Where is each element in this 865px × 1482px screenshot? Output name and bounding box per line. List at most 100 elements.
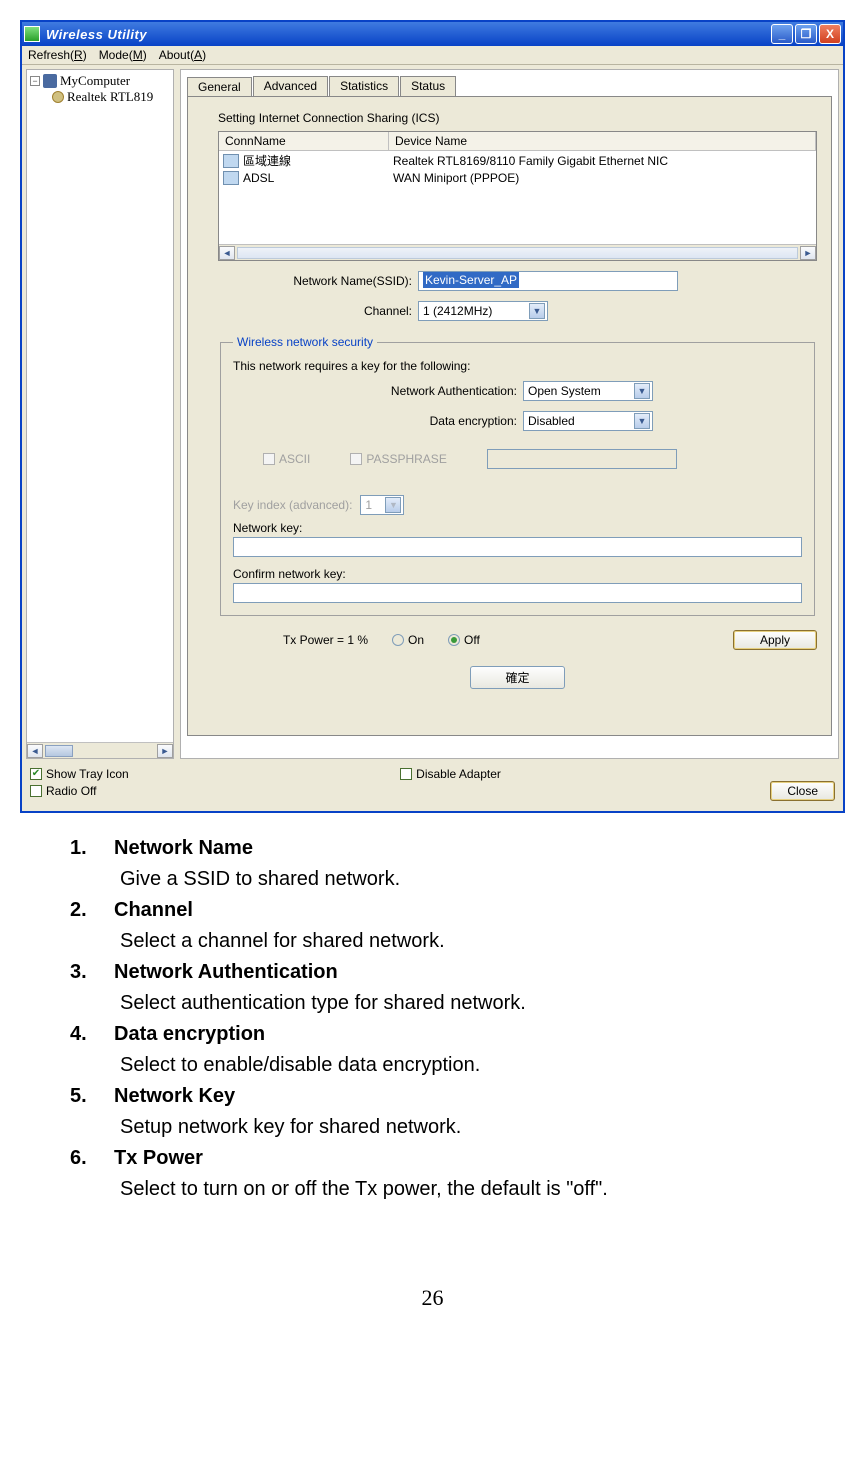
device-name: Realtek RTL8169/8110 Family Gigabit Ethe… [393,154,816,168]
checkbox-icon [400,768,412,780]
encryption-value: Disabled [528,414,575,428]
txpower-label: Tx Power = 1 % [218,633,368,647]
app-window: Wireless Utility _ ❐ X Refresh(R) Mode(M… [20,20,845,813]
col-devicename[interactable]: Device Name [389,132,816,150]
ascii-checkbox: ASCII [263,449,310,469]
disable-adapter-checkbox[interactable]: Disable Adapter [400,767,770,781]
ok-button[interactable]: 確定 [470,666,564,689]
col-connname[interactable]: ConnName [219,132,389,150]
ics-listview[interactable]: ConnName Device Name 區域連線 Realtek RTL816… [218,131,817,261]
radio-off-checkbox[interactable]: Radio Off [30,784,400,798]
encryption-select[interactable]: Disabled ▼ [523,411,653,431]
checkbox-icon [350,453,362,465]
scroll-thumb[interactable] [45,745,73,757]
scroll-left-icon[interactable]: ◄ [27,744,43,758]
networkkey-label: Network key: [233,521,302,535]
tree-root[interactable]: − MyComputer [30,73,170,89]
channel-value: 1 (2412MHz) [423,304,492,318]
close-window-button[interactable]: X [819,24,841,44]
radio-icon [448,634,460,646]
tree-root-label: MyComputer [60,73,130,89]
auth-select[interactable]: Open System ▼ [523,381,653,401]
doc-item-title: Channel [114,895,193,926]
app-icon [24,26,40,42]
checkbox-icon: ✔ [30,768,42,780]
scroll-left-icon[interactable]: ◄ [219,246,235,260]
menu-refresh[interactable]: Refresh(R) [28,48,87,62]
apply-button[interactable]: Apply [733,630,817,650]
doc-item-desc: Setup network key for shared network. [70,1112,795,1143]
maximize-button[interactable]: ❐ [795,24,817,44]
passphrase-input [487,449,677,469]
channel-label: Channel: [218,304,418,318]
txpower-on-radio[interactable]: On [392,633,424,647]
ssid-label: Network Name(SSID): [218,274,418,288]
titlebar: Wireless Utility _ ❐ X [22,22,843,46]
doc-item-desc: Give a SSID to shared network. [70,864,795,895]
menu-about[interactable]: About(A) [159,48,206,62]
tree-child-label: Realtek RTL819 [67,89,153,105]
doc-item-desc: Select to enable/disable data encryption… [70,1050,795,1081]
close-button[interactable]: Close [770,781,835,801]
tab-panel-general: Setting Internet Connection Sharing (ICS… [187,96,832,736]
device-tree: − MyComputer Realtek RTL819 ◄ ► [26,69,174,759]
confirmkey-label: Confirm network key: [233,567,346,581]
chevron-down-icon: ▼ [634,413,650,429]
confirmkey-input[interactable] [233,583,802,603]
tab-status[interactable]: Status [400,76,456,96]
checkbox-icon [30,785,42,797]
conn-name: ADSL [243,171,393,185]
keyindex-label: Key index (advanced): [233,498,352,512]
doc-item-title: Tx Power [114,1143,203,1174]
txpower-off-radio[interactable]: Off [448,633,480,647]
checkbox-icon [263,453,275,465]
bottom-bar: ✔ Show Tray Icon Radio Off Disable Adapt… [22,763,843,811]
doc-item-title: Network Key [114,1081,235,1112]
menu-mode[interactable]: Mode(M) [99,48,147,62]
scroll-right-icon[interactable]: ► [800,246,816,260]
doc-item-title: Network Authentication [114,957,338,988]
keyindex-select: 1 ▼ [360,495,404,515]
listview-scrollbar[interactable]: ◄ ► [219,244,816,260]
window-title: Wireless Utility [46,27,769,42]
chevron-down-icon: ▼ [634,383,650,399]
menubar: Refresh(R) Mode(M) About(A) [22,46,843,65]
doc-text: 1.Network Name Give a SSID to shared net… [0,813,865,1205]
security-legend: Wireless network security [233,335,377,349]
tab-advanced[interactable]: Advanced [253,76,328,96]
ssid-input[interactable]: Kevin-Server_AP [418,271,678,291]
list-item[interactable]: ADSL WAN Miniport (PPPOE) [219,170,816,186]
collapse-icon[interactable]: − [30,76,40,86]
chevron-down-icon: ▼ [529,303,545,319]
tree-child[interactable]: Realtek RTL819 [30,89,170,105]
encryption-label: Data encryption: [233,414,523,428]
tab-general[interactable]: General [187,77,252,97]
doc-item-desc: Select to turn on or off the Tx power, t… [70,1174,795,1205]
sidebar-scrollbar[interactable]: ◄ ► [27,742,173,758]
networkkey-input[interactable] [233,537,802,557]
nic-icon [52,91,64,103]
doc-item-title: Network Name [114,833,253,864]
list-item[interactable]: 區域連線 Realtek RTL8169/8110 Family Gigabit… [219,151,816,170]
conn-name: 區域連線 [243,152,393,169]
chevron-down-icon: ▼ [385,497,401,513]
auth-label: Network Authentication: [233,384,523,398]
scroll-right-icon[interactable]: ► [157,744,173,758]
client-area: − MyComputer Realtek RTL819 ◄ ► [22,65,843,763]
passphrase-checkbox: PASSPHRASE [350,449,446,469]
channel-select[interactable]: 1 (2412MHz) ▼ [418,301,548,321]
auth-value: Open System [528,384,601,398]
radio-icon [392,634,404,646]
minimize-button[interactable]: _ [771,24,793,44]
page-number: 26 [0,1285,865,1311]
device-name: WAN Miniport (PPPOE) [393,171,816,185]
security-fieldset: Wireless network security This network r… [220,335,815,616]
tabstrip: General Advanced Statistics Status [187,76,832,96]
doc-item-title: Data encryption [114,1019,265,1050]
show-tray-checkbox[interactable]: ✔ Show Tray Icon [30,767,400,781]
security-intro: This network requires a key for the foll… [233,359,802,373]
connection-icon [223,154,239,168]
tab-statistics[interactable]: Statistics [329,76,399,96]
doc-item-desc: Select authentication type for shared ne… [70,988,795,1019]
computer-icon [43,74,57,88]
